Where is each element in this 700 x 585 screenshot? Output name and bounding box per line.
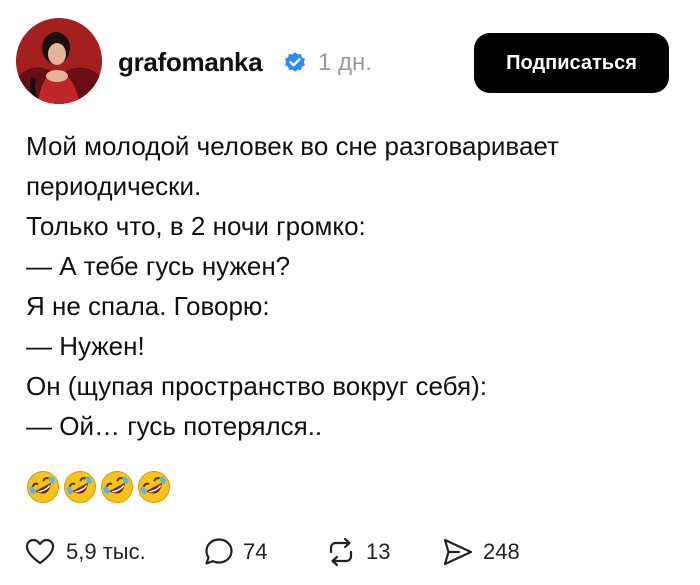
repost-icon xyxy=(329,537,353,567)
post-time: 1 дн. xyxy=(318,49,372,76)
rofl-emoji-icon xyxy=(26,471,59,503)
likes-count: 5,9 тыс. xyxy=(66,539,146,564)
post-line: — Ой… гусь потерялся.. xyxy=(26,411,323,441)
post-actions: 5,9 тыс. 74 13 248 xyxy=(0,530,700,575)
like-button[interactable]: 5,9 тыс. xyxy=(24,530,164,575)
reposts-count: 13 xyxy=(366,539,391,564)
follow-button[interactable]: Подписаться xyxy=(474,33,669,93)
share-button[interactable]: 248 xyxy=(441,530,541,575)
send-icon xyxy=(443,538,473,566)
post-line: Он (щупая пространство вокруг себя): xyxy=(26,371,487,401)
post-line: периодически. xyxy=(26,171,202,201)
post-line: Мой молодой человек во сне разговаривает xyxy=(26,131,559,161)
post-line: Только что, в 2 ночи громко: xyxy=(26,211,366,241)
post-text: Мой молодой человек во сне разговаривает… xyxy=(26,126,686,446)
comment-button[interactable]: 74 xyxy=(203,530,283,575)
repost-button[interactable]: 13 xyxy=(324,530,404,575)
avatar-photo xyxy=(16,18,102,104)
comment-bubble-icon xyxy=(205,538,233,565)
post-line: — Нужен! xyxy=(26,331,145,361)
heart-icon xyxy=(25,538,55,565)
post-line: Я не спала. Говорю: xyxy=(26,291,270,321)
comments-count: 74 xyxy=(243,539,268,564)
verified-badge-icon xyxy=(285,52,305,72)
shares-count: 248 xyxy=(483,539,520,564)
post-header: grafomanka 1 дн. Подписаться xyxy=(0,0,700,120)
post-line: — А тебе гусь нужен? xyxy=(26,251,291,281)
rofl-emoji-icon xyxy=(138,471,170,503)
username[interactable]: grafomanka xyxy=(118,47,263,78)
rofl-emoji-icon xyxy=(64,471,96,503)
rofl-emoji-icon xyxy=(101,471,133,503)
avatar[interactable] xyxy=(16,18,102,104)
